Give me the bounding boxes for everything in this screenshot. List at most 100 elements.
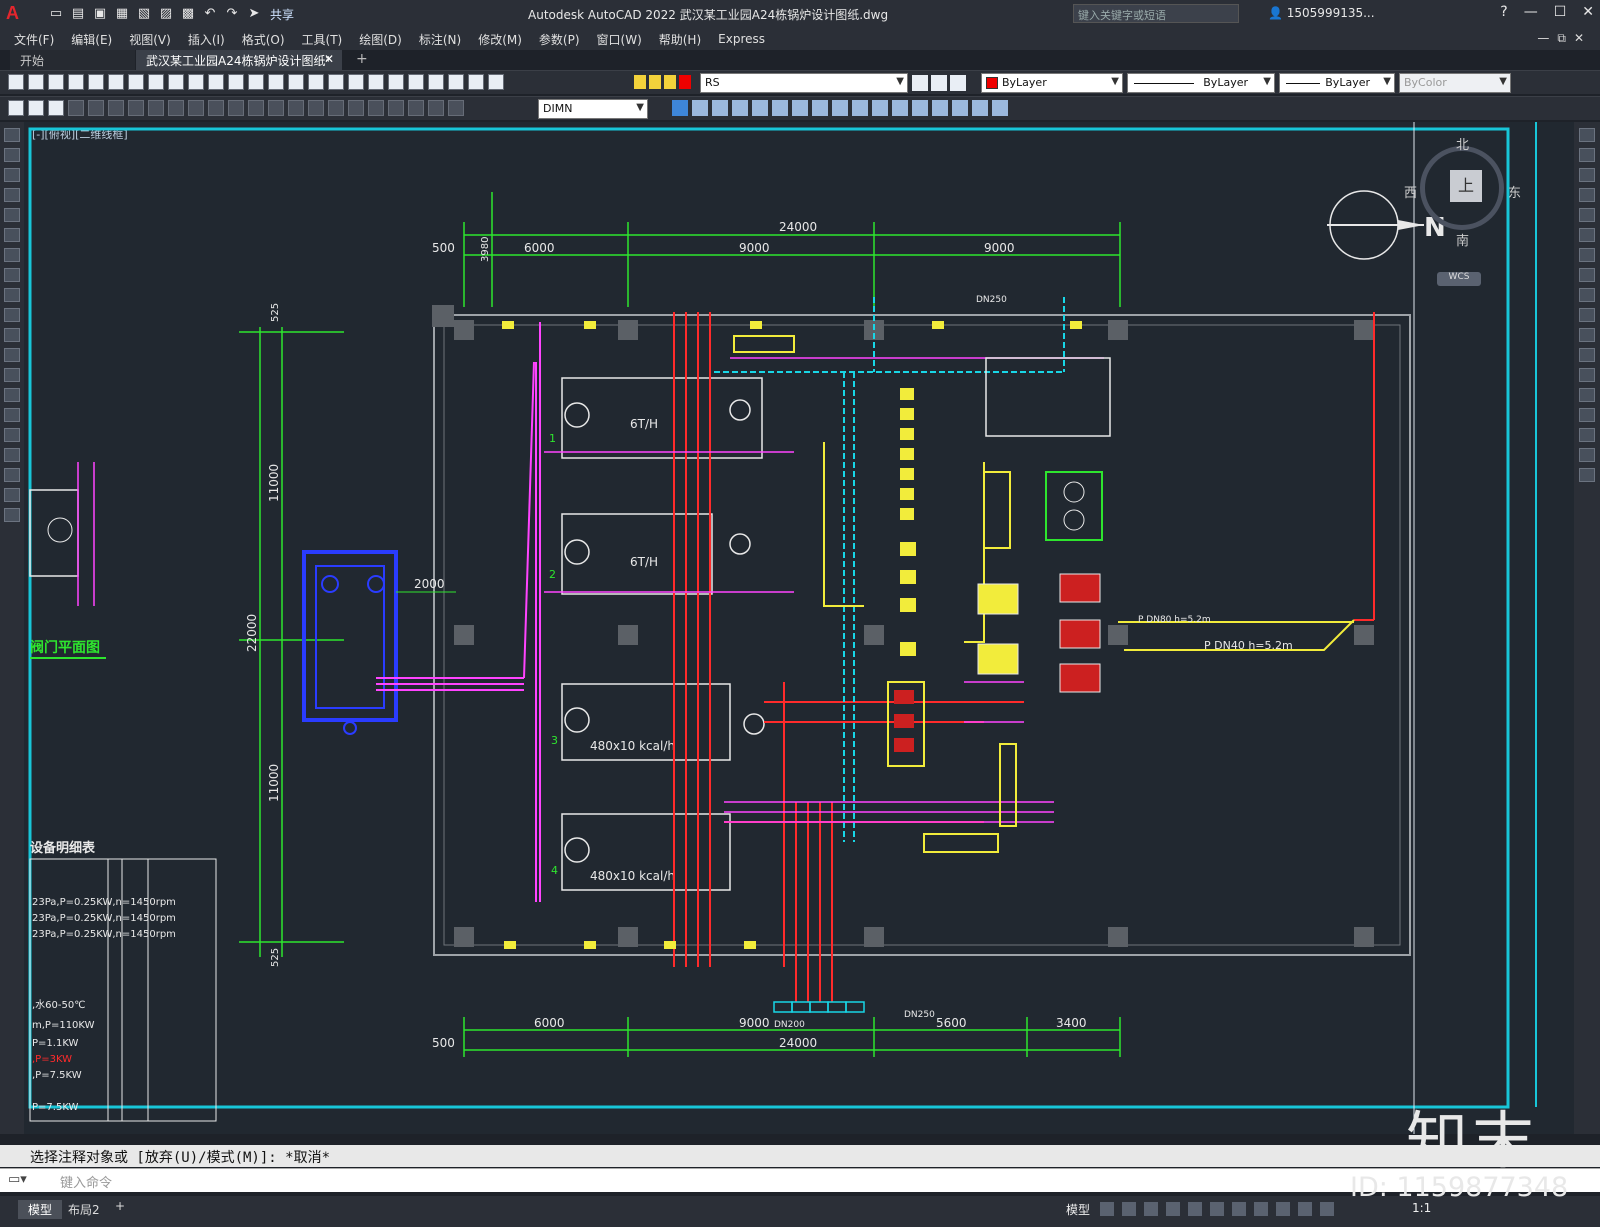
redo-icon[interactable]: ↷ bbox=[224, 6, 240, 22]
preview-icon[interactable] bbox=[88, 74, 104, 90]
close-icon[interactable]: ✕ bbox=[1582, 4, 1594, 20]
break-icon[interactable] bbox=[872, 100, 888, 116]
mirror-icon[interactable] bbox=[692, 100, 708, 116]
offset-icon[interactable] bbox=[1579, 188, 1595, 202]
dim-angular-icon[interactable] bbox=[208, 100, 224, 116]
share-button[interactable]: 共享 bbox=[270, 6, 294, 23]
compass-east[interactable]: 东 bbox=[1508, 182, 1521, 201]
paste-icon[interactable] bbox=[188, 74, 204, 90]
break-icon[interactable] bbox=[1579, 368, 1595, 382]
dim-linear-icon[interactable] bbox=[68, 100, 84, 116]
make-current-layer-icon[interactable] bbox=[912, 75, 928, 91]
scale-icon[interactable] bbox=[792, 100, 808, 116]
join-icon[interactable] bbox=[1579, 388, 1595, 402]
quick-dim-icon[interactable] bbox=[228, 100, 244, 116]
plot-icon[interactable]: ▩ bbox=[180, 6, 196, 22]
menu-insert[interactable]: 插入(I) bbox=[188, 31, 237, 48]
cut-icon[interactable] bbox=[148, 74, 164, 90]
gradient-icon[interactable] bbox=[4, 428, 20, 442]
tolerance-icon[interactable] bbox=[328, 100, 344, 116]
match-prop-icon[interactable] bbox=[208, 74, 224, 90]
undo-icon[interactable] bbox=[228, 74, 244, 90]
zoom-previous-icon[interactable] bbox=[328, 74, 344, 90]
redo-icon[interactable] bbox=[248, 74, 264, 90]
rectangle-icon[interactable] bbox=[4, 208, 20, 222]
draworder-icon[interactable] bbox=[972, 100, 988, 116]
menu-view[interactable]: 视图(V) bbox=[129, 31, 183, 48]
dim-space-icon[interactable] bbox=[288, 100, 304, 116]
wcs-menu[interactable]: WCS bbox=[1437, 272, 1481, 286]
layer-state-icon[interactable] bbox=[950, 75, 966, 91]
tool-icon[interactable] bbox=[28, 100, 44, 116]
dim-break-icon[interactable] bbox=[308, 100, 324, 116]
plotstyle-dropdown[interactable]: ByColor ▼ bbox=[1399, 73, 1511, 93]
selection-cycling-icon[interactable] bbox=[1276, 1202, 1290, 1216]
menu-modify[interactable]: 修改(M) bbox=[478, 31, 534, 48]
join-icon[interactable] bbox=[892, 100, 908, 116]
open-web-icon[interactable]: ▧ bbox=[136, 6, 152, 22]
inspect-icon[interactable] bbox=[368, 100, 384, 116]
tool-icon[interactable] bbox=[48, 100, 64, 116]
compass-west[interactable]: 西 bbox=[1404, 182, 1417, 201]
tool-icon[interactable] bbox=[8, 100, 24, 116]
help-icon[interactable] bbox=[468, 74, 484, 90]
hatch-icon[interactable] bbox=[4, 408, 20, 422]
dim-ordinate-icon[interactable] bbox=[128, 100, 144, 116]
layer-lock-icon[interactable] bbox=[664, 75, 676, 89]
rotate-icon[interactable] bbox=[1579, 248, 1595, 262]
save-icon[interactable]: ▣ bbox=[92, 6, 108, 22]
dim-jogged-icon[interactable] bbox=[168, 100, 184, 116]
save-as-icon[interactable]: ▦ bbox=[114, 6, 130, 22]
grid-icon[interactable] bbox=[1100, 1202, 1114, 1216]
add-selected-icon[interactable] bbox=[4, 508, 20, 522]
polygon-icon[interactable] bbox=[4, 188, 20, 202]
break-at-point-icon[interactable] bbox=[1579, 348, 1595, 362]
compass-north[interactable]: 北 bbox=[1456, 134, 1469, 153]
linetype-dropdown[interactable]: ByLayer ▼ bbox=[1127, 73, 1275, 93]
zoom-window-icon[interactable] bbox=[308, 74, 324, 90]
polyline-icon[interactable] bbox=[4, 168, 20, 182]
autoscale-icon[interactable] bbox=[1320, 1202, 1334, 1216]
dim-text-edit-icon[interactable] bbox=[428, 100, 444, 116]
snap-icon[interactable] bbox=[1122, 1202, 1136, 1216]
copy-objects-icon[interactable] bbox=[672, 100, 688, 116]
offset-icon[interactable] bbox=[712, 100, 728, 116]
dim-arc-icon[interactable] bbox=[108, 100, 124, 116]
new-tab-button[interactable]: + bbox=[356, 51, 368, 67]
menu-help[interactable]: 帮助(H) bbox=[659, 31, 713, 48]
menu-edit[interactable]: 编辑(E) bbox=[71, 31, 124, 48]
polar-icon[interactable] bbox=[1166, 1202, 1180, 1216]
trim-icon[interactable] bbox=[832, 100, 848, 116]
annotation-visibility-icon[interactable] bbox=[1298, 1202, 1312, 1216]
menu-window[interactable]: 窗口(W) bbox=[597, 31, 654, 48]
dim-baseline-icon[interactable] bbox=[248, 100, 264, 116]
open-icon[interactable] bbox=[28, 74, 44, 90]
lineweight-icon[interactable] bbox=[1232, 1202, 1246, 1216]
annotation-scale[interactable]: 1:1 bbox=[1412, 1201, 1431, 1215]
properties-icon[interactable] bbox=[348, 74, 364, 90]
viewcube[interactable]: 上 北 南 东 西 bbox=[1404, 138, 1521, 249]
move-icon[interactable] bbox=[1579, 228, 1595, 242]
pan-icon[interactable] bbox=[268, 74, 284, 90]
zoom-realtime-icon[interactable] bbox=[288, 74, 304, 90]
sheet-set-icon[interactable] bbox=[408, 74, 424, 90]
help-search-input[interactable]: 键入关键字或短语 bbox=[1073, 4, 1239, 23]
qnew-icon[interactable] bbox=[8, 74, 24, 90]
tab-model[interactable]: 模型 bbox=[18, 1200, 63, 1219]
tab-start[interactable]: 开始 bbox=[10, 50, 135, 70]
move-icon[interactable] bbox=[752, 100, 768, 116]
arc-icon[interactable] bbox=[4, 228, 20, 242]
tab-layout2[interactable]: 布局2 bbox=[58, 1200, 110, 1219]
save-icon[interactable] bbox=[48, 74, 64, 90]
copy-icon[interactable] bbox=[1579, 148, 1595, 162]
isodraft-icon[interactable] bbox=[1188, 1202, 1202, 1216]
add-layout-button[interactable]: + bbox=[115, 1199, 125, 1213]
erase-icon[interactable] bbox=[992, 100, 1008, 116]
menu-file[interactable]: 文件(F) bbox=[14, 31, 66, 48]
close-tab-icon[interactable]: ✕ bbox=[324, 52, 334, 66]
region-icon[interactable] bbox=[4, 448, 20, 462]
restore-icon[interactable]: ☐ bbox=[1554, 4, 1567, 20]
doc-window-controls[interactable]: —⧉✕ bbox=[1537, 31, 1592, 46]
model-space-toggle[interactable]: 模型 bbox=[1066, 1201, 1090, 1218]
array-icon[interactable] bbox=[1579, 208, 1595, 222]
